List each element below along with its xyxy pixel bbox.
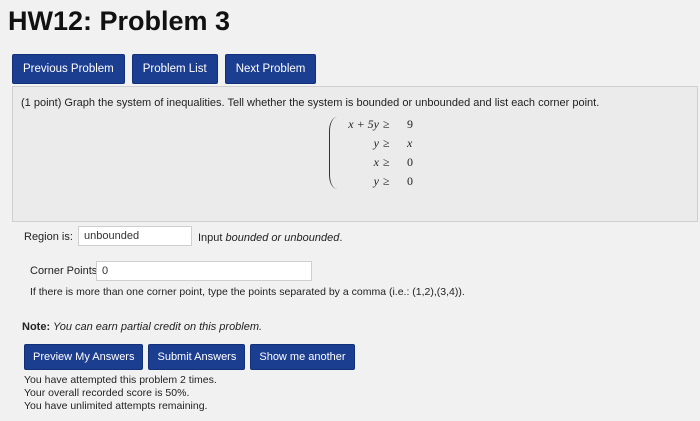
inequality-system: x + 5y ≥ 9 y ≥ x x ≥ 0 y ≥ 0 (329, 115, 419, 193)
region-hint-unbounded: unbounded (284, 232, 340, 244)
inequality-rhs: 9 (407, 117, 413, 131)
problem-navigation: Previous Problem Problem List Next Probl… (12, 54, 317, 84)
inequality-rhs: x (407, 136, 413, 150)
inequality-relation: ≥ (383, 174, 390, 188)
region-hint-prefix: Input (198, 232, 226, 244)
inequality-relation: ≥ (383, 136, 390, 150)
region-hint-bounded: bounded (225, 232, 269, 244)
region-hint-or: or (268, 232, 285, 244)
inequality-row: x ≥ 0 (337, 155, 419, 173)
inequality-relation: ≥ (383, 155, 390, 169)
inequality-rhs: 0 (407, 174, 413, 188)
note-label: Note: (22, 321, 51, 333)
preview-answers-button[interactable]: Preview My Answers (24, 344, 144, 370)
inequality-row: x + 5y ≥ 9 (337, 117, 419, 135)
inequality-relation: ≥ (383, 117, 390, 131)
inequality-rhs: 0 (407, 155, 413, 169)
partial-credit-note: Note: You can earn partial credit on thi… (22, 321, 262, 333)
region-label: Region is: (24, 231, 73, 243)
inequality-lhs: y (373, 174, 379, 188)
corner-points-hint: If there is more than one corner point, … (30, 286, 465, 298)
region-input[interactable]: unbounded (78, 226, 192, 246)
note-text: You can earn partial credit on this prob… (50, 321, 263, 333)
page-title: HW12: Problem 3 (8, 6, 231, 36)
next-problem-button[interactable]: Next Problem (224, 54, 317, 84)
attempts-count: You have attempted this problem 2 times. (24, 374, 217, 386)
inequality-row: y ≥ x (337, 136, 419, 154)
region-hint-suffix: . (339, 232, 343, 244)
recorded-score: Your overall recorded score is 50%. (24, 387, 190, 399)
inequality-row: y ≥ 0 (337, 174, 419, 192)
problem-statement: (1 point) Graph the system of inequaliti… (21, 97, 600, 109)
region-hint: Input bounded or unbounded. (198, 232, 342, 244)
problem-panel: (1 point) Graph the system of inequaliti… (12, 86, 698, 222)
answer-actions: Preview My Answers Submit Answers Show m… (24, 344, 355, 370)
corner-points-input[interactable]: 0 (96, 261, 312, 281)
show-another-button[interactable]: Show me another (250, 344, 355, 370)
problem-list-button[interactable]: Problem List (131, 54, 218, 84)
attempts-info: You have attempted this problem 2 times.… (24, 374, 217, 413)
system-brace (329, 117, 337, 189)
previous-problem-button[interactable]: Previous Problem (12, 54, 125, 84)
corner-points-label: Corner Points: (30, 265, 101, 277)
attempts-remaining: You have unlimited attempts remaining. (24, 400, 208, 412)
inequality-lhs: y (373, 136, 379, 150)
inequality-lhs: x + 5y (348, 117, 379, 131)
inequality-lhs: x (373, 155, 379, 169)
submit-answers-button[interactable]: Submit Answers (148, 344, 246, 370)
